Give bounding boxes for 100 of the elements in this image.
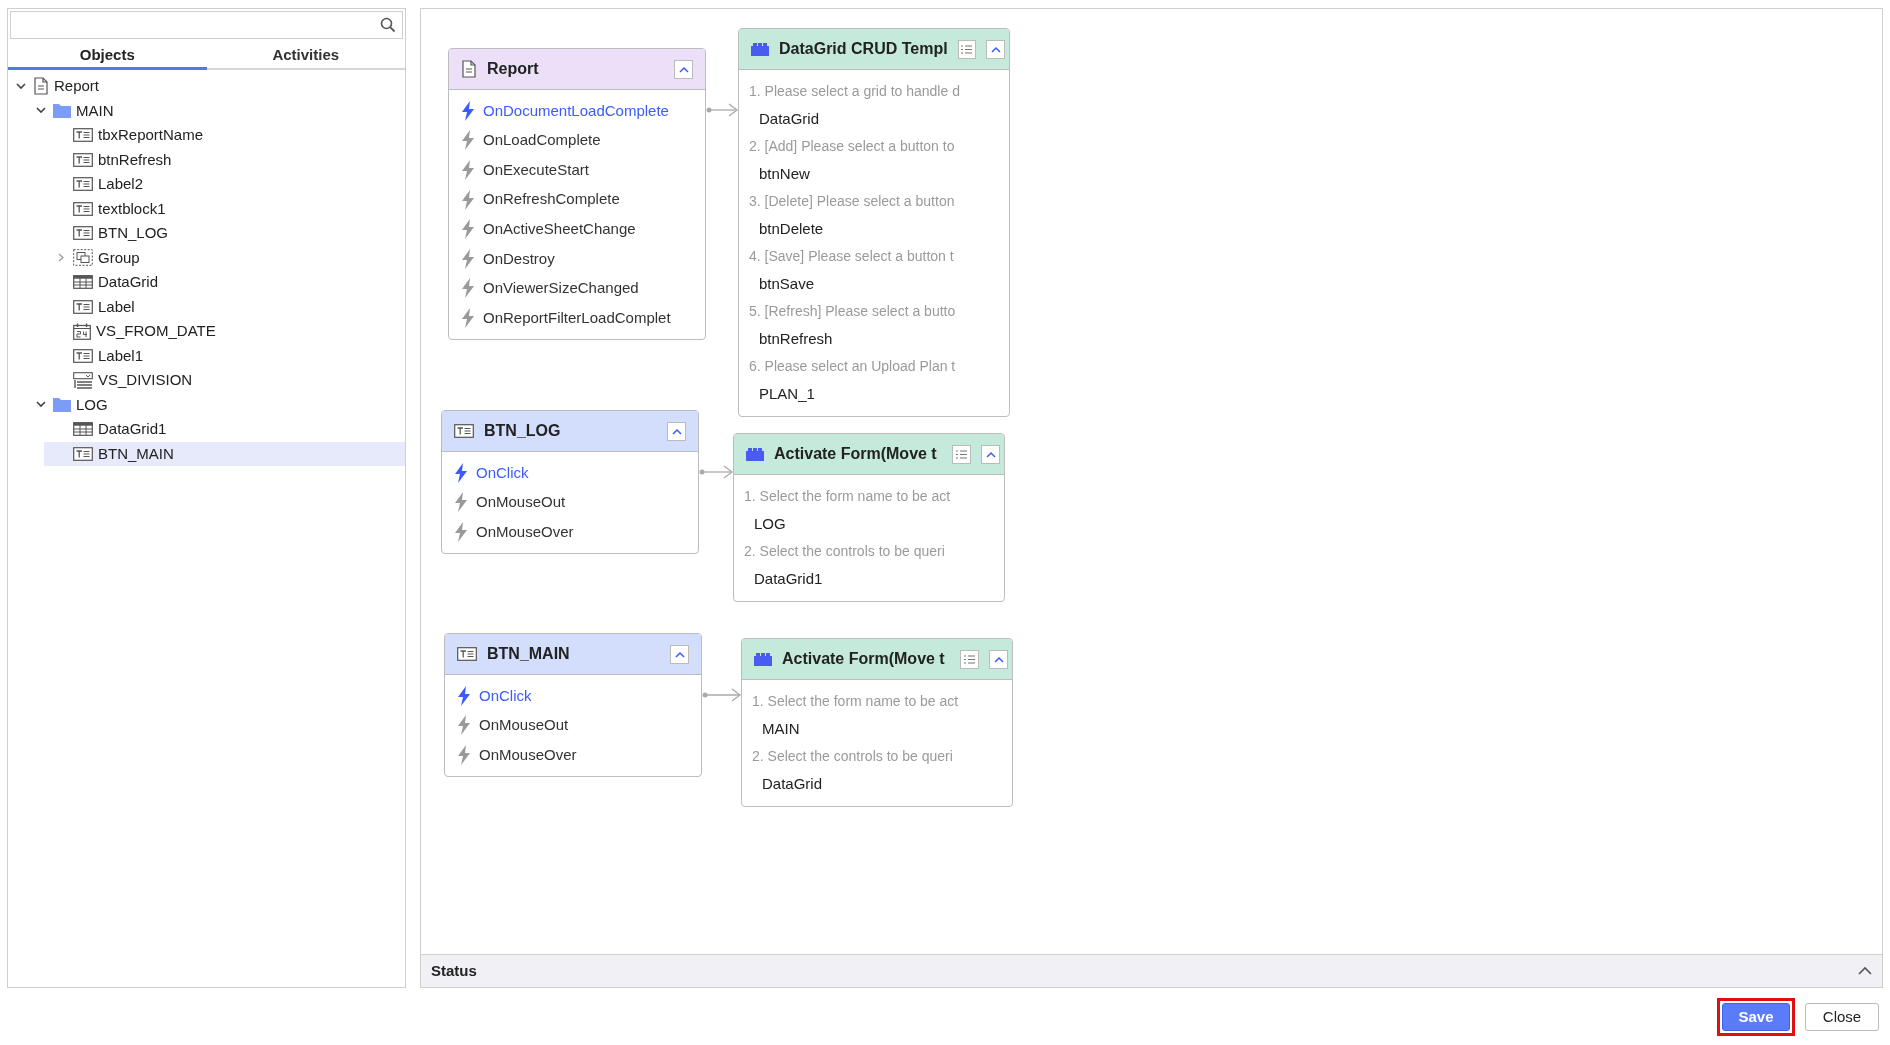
folder-icon: [53, 397, 71, 413]
tree-item[interactable]: VS_FROM_DATE: [8, 319, 405, 344]
action-node[interactable]: Activate Form(Move t 1. Select the form name to be act MAIN 2. Select the controls to be queri DataGrid: [741, 638, 1013, 807]
parameter-value[interactable]: btnNew: [739, 160, 1009, 188]
tree-item[interactable]: tbxReportName: [8, 123, 405, 148]
tree-item[interactable]: VS_DIVISION: [8, 368, 405, 393]
event-label: OnMouseOver: [476, 521, 574, 542]
tree-label: BTN_LOG: [98, 223, 169, 243]
tab[interactable]: Activities: [206, 44, 405, 70]
event-row[interactable]: OnClick: [442, 458, 698, 488]
parameter-value[interactable]: DataGrid: [742, 770, 1012, 798]
textbox-icon: [73, 201, 93, 216]
tree-item[interactable]: BTN_LOG: [8, 221, 405, 246]
collapse-button[interactable]: [986, 39, 1005, 59]
list-icon[interactable]: [964, 654, 975, 664]
list-icon[interactable]: [956, 449, 967, 459]
chevron-up-icon[interactable]: [993, 655, 1004, 663]
event-label: OnLoadComplete: [483, 130, 601, 151]
block-icon: [746, 447, 764, 461]
event-node[interactable]: Report OnDocumentLoadComplete OnLoadComplete OnExecuteStart OnRefreshComplete OnActiveSheetChange OnDestroy OnViewerSizeChanged OnReportFilterLoadComplet: [448, 48, 706, 340]
tree-label: VS_FROM_DATE: [96, 321, 216, 341]
parameter-prompt: 6. Please select an Upload Plan t: [748, 357, 957, 377]
tree-label: MAIN: [76, 100, 114, 121]
collapse-button[interactable]: [670, 644, 689, 664]
tree-item[interactable]: textblock1: [8, 196, 405, 221]
close-button[interactable]: Close: [1805, 1003, 1879, 1031]
parameter-value[interactable]: PLAN_1: [739, 380, 1009, 408]
event-row[interactable]: OnReportFilterLoadComplet: [449, 303, 705, 333]
parameter-value[interactable]: btnRefresh: [739, 325, 1009, 353]
event-row[interactable]: OnClick: [445, 681, 701, 711]
collapse-button[interactable]: [981, 444, 1000, 464]
parameter-prompt: 2. Select the controls to be queri: [743, 542, 946, 562]
event-row[interactable]: OnLoadComplete: [449, 125, 705, 156]
parameter-value[interactable]: DataGrid1: [734, 565, 1004, 593]
textbox-icon: [73, 446, 93, 461]
chevron-up-icon[interactable]: [678, 65, 689, 73]
collapse-button[interactable]: [667, 421, 686, 441]
connector-arrow: [699, 465, 734, 479]
tree-item[interactable]: MAIN: [8, 98, 405, 123]
node-title: DataGrid CRUD Templ: [779, 39, 948, 59]
parameter-value[interactable]: btnSave: [739, 270, 1009, 298]
event-row[interactable]: OnMouseOver: [445, 740, 701, 770]
textbox-icon: [73, 152, 93, 167]
calendar-icon: [73, 322, 91, 340]
event-node[interactable]: BTN_MAIN OnClick OnMouseOut OnMouseOver: [444, 633, 702, 777]
lightning-icon: [457, 715, 471, 736]
list-button[interactable]: [960, 649, 979, 669]
event-row[interactable]: OnMouseOut: [442, 487, 698, 518]
event-label: OnRefreshComplete: [483, 189, 620, 210]
tree-label: DataGrid1: [98, 419, 167, 439]
event-row[interactable]: OnMouseOver: [442, 517, 698, 547]
collapse-button[interactable]: [674, 59, 693, 79]
event-row[interactable]: OnExecuteStart: [449, 155, 705, 185]
chevron-up-icon[interactable]: [671, 427, 682, 435]
parameter-value[interactable]: LOG: [734, 510, 1004, 538]
event-row[interactable]: OnViewerSizeChanged: [449, 273, 705, 304]
list-button[interactable]: [952, 444, 971, 464]
chevron-up-icon[interactable]: [674, 650, 685, 658]
event-row[interactable]: OnRefreshComplete: [449, 184, 705, 215]
lightning-icon: [461, 130, 475, 151]
textbox-icon: [73, 177, 93, 192]
list-button[interactable]: [957, 39, 977, 59]
action-node[interactable]: Activate Form(Move t 1. Select the form name to be act LOG 2. Select the controls to be queri DataGrid1: [733, 433, 1005, 602]
tree-item[interactable]: Label2: [8, 172, 405, 197]
tree-item[interactable]: BTN_MAIN: [44, 441, 405, 466]
tree-item[interactable]: DataGrid1: [8, 417, 405, 442]
tree-item[interactable]: DataGrid: [8, 270, 405, 295]
action-node[interactable]: [738, 28, 1010, 417]
tree-item[interactable]: btnRefresh: [8, 147, 405, 172]
chevron-up-icon[interactable]: [985, 450, 996, 458]
event-row[interactable]: OnMouseOut: [445, 710, 701, 741]
search-icon[interactable]: [380, 17, 396, 33]
event-row[interactable]: OnDestroy: [449, 243, 705, 274]
event-node[interactable]: BTN_LOG OnClick OnMouseOut OnMouseOver: [441, 410, 699, 554]
textbox-icon: [73, 128, 93, 143]
tree-item[interactable]: Report: [8, 74, 405, 99]
parameter-value[interactable]: MAIN: [742, 715, 1012, 743]
lightning-icon: [461, 278, 475, 299]
save-button[interactable]: Save: [1722, 1003, 1790, 1031]
tree-item[interactable]: Label: [8, 294, 405, 319]
event-label: OnDestroy: [483, 248, 555, 269]
event-row[interactable]: OnActiveSheetChange: [449, 214, 705, 244]
tree-label: LOG: [76, 394, 108, 415]
textbox-icon: [73, 348, 93, 363]
parameter-value[interactable]: btnDelete: [739, 215, 1009, 243]
collapse-button[interactable]: [989, 649, 1008, 669]
tree-item[interactable]: Group: [8, 245, 405, 270]
parameter-value[interactable]: DataGrid: [739, 105, 1009, 133]
parameter-prompt: 2. [Add] Please select a button to: [748, 137, 956, 157]
tree-item[interactable]: LOG: [8, 392, 405, 417]
node-title: Report: [487, 59, 540, 79]
tree-item[interactable]: Label1: [8, 343, 405, 368]
event-row[interactable]: OnDocumentLoadComplete: [449, 96, 705, 126]
search-field[interactable]: [10, 11, 403, 39]
chevron-up-icon[interactable]: [1858, 966, 1872, 976]
node-title: Activate Form(Move t: [782, 649, 946, 669]
list-icon[interactable]: [961, 44, 973, 54]
parameter-prompt: 1. Select the form name to be act: [751, 692, 960, 712]
tab[interactable]: Objects: [8, 44, 207, 70]
chevron-up-icon[interactable]: [990, 45, 1001, 53]
